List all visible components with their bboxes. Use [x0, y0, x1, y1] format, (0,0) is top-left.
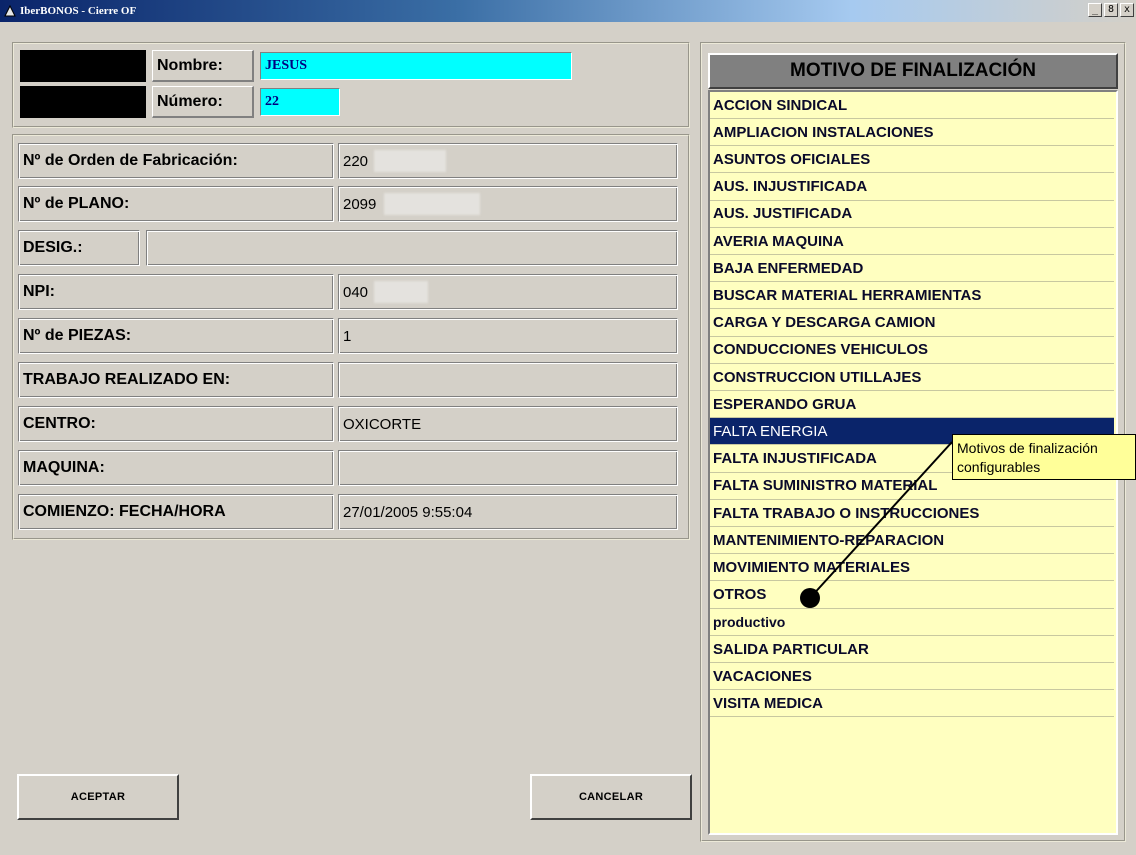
reason-item[interactable]: MANTENIMIENTO-REPARACION — [710, 527, 1114, 555]
redacted-box-1 — [20, 50, 146, 82]
title-bar[interactable]: IberBONOS - Cierre OF _ 8 x — [0, 0, 1136, 22]
reason-item[interactable]: ACCION SINDICAL — [710, 92, 1114, 119]
comienzo-value[interactable]: 27/01/2005 9:55:04 — [338, 494, 678, 530]
reason-item[interactable]: CARGA Y DESCARGA CAMION — [710, 310, 1114, 337]
callout-line1: Motivos de finalización — [957, 440, 1098, 456]
window-title: IberBONOS - Cierre OF — [20, 5, 137, 17]
reason-item[interactable]: ESPERANDO GRUA — [710, 391, 1114, 419]
maquina-value[interactable] — [338, 450, 678, 486]
redacted-box-2 — [20, 86, 146, 118]
npi-label: NPI: — [18, 274, 334, 310]
reason-item[interactable]: productivo — [710, 609, 1114, 636]
trabajo-label: TRABAJO REALIZADO EN: — [18, 362, 334, 398]
reason-item[interactable]: BAJA ENFERMEDAD — [710, 255, 1114, 283]
cancelar-button[interactable]: CANCELAR — [530, 774, 692, 820]
nombre-field[interactable]: JESUS — [260, 52, 572, 80]
minimize-button[interactable]: _ — [1088, 3, 1102, 17]
callout-line2: configurables — [957, 459, 1041, 475]
centro-label: CENTRO: — [18, 406, 334, 442]
reason-item[interactable]: MOVIMIENTO MATERIALES — [710, 554, 1114, 582]
trabajo-value[interactable] — [338, 362, 678, 398]
reasons-header: MOTIVO DE FINALIZACIÓN — [708, 53, 1118, 89]
reason-item[interactable]: AVERIA MAQUINA — [710, 228, 1114, 255]
redacted-plano — [384, 193, 480, 215]
close-button[interactable]: x — [1120, 3, 1134, 17]
desig-label: DESIG.: — [18, 230, 140, 266]
plano-label: Nº de PLANO: — [18, 186, 334, 222]
desig-value[interactable] — [146, 230, 678, 266]
maximize-button[interactable]: 8 — [1104, 3, 1118, 17]
centro-value[interactable]: OXICORTE — [338, 406, 678, 442]
redacted-npi — [374, 281, 428, 303]
reason-item[interactable]: FALTA TRABAJO O INSTRUCCIONES — [710, 500, 1114, 527]
reason-item[interactable]: SALIDA PARTICULAR — [710, 636, 1114, 663]
reason-item[interactable]: OTROS — [710, 582, 1114, 609]
reason-item[interactable]: AUS. INJUSTIFICADA — [710, 174, 1114, 201]
numero-label: Número: — [152, 86, 254, 118]
piezas-value[interactable]: 1 — [338, 318, 678, 354]
reason-item[interactable]: AMPLIACION INSTALACIONES — [710, 119, 1114, 147]
reason-item[interactable]: AUS. JUSTIFICADA — [710, 201, 1114, 228]
callout-note: Motivos de finalización configurables — [952, 434, 1136, 480]
comienzo-label: COMIENZO: FECHA/HORA — [18, 494, 334, 530]
reason-item[interactable]: BUSCAR MATERIAL HERRAMIENTAS — [710, 282, 1114, 310]
nombre-label: Nombre: — [152, 50, 254, 82]
reason-item[interactable]: CONDUCCIONES VEHICULOS — [710, 337, 1114, 364]
numero-field[interactable]: 22 — [260, 88, 340, 116]
reason-item[interactable]: ASUNTOS OFICIALES — [710, 146, 1114, 174]
reason-item[interactable]: CONSTRUCCION UTILLAJES — [710, 364, 1114, 391]
piezas-label: Nº de PIEZAS: — [18, 318, 334, 354]
orden-label: Nº de Orden de Fabricación: — [18, 143, 334, 179]
maquina-label: MAQUINA: — [18, 450, 334, 486]
redacted-orden — [374, 150, 446, 172]
reason-item[interactable]: VACACIONES — [710, 663, 1114, 691]
reason-item[interactable]: VISITA MEDICA — [710, 690, 1114, 718]
aceptar-button[interactable]: ACEPTAR — [17, 774, 179, 820]
app-icon — [3, 4, 17, 18]
